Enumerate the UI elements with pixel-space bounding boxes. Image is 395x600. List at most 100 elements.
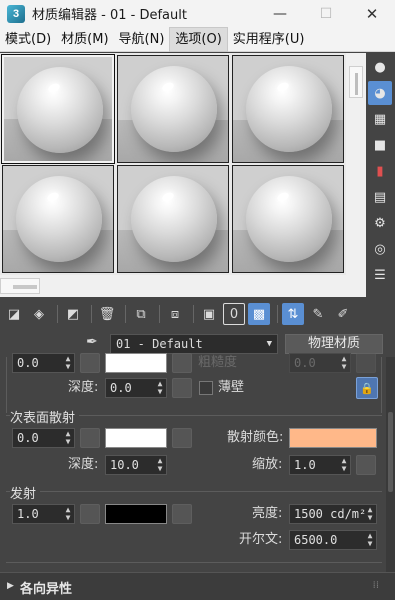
map-button[interactable]	[172, 378, 192, 398]
sample-slot-4[interactable]	[2, 165, 114, 273]
emission-color-swatch[interactable]	[105, 504, 167, 524]
toolbar-separator	[125, 305, 126, 323]
roughness-label: 粗糙度	[198, 355, 238, 370]
luminance-spinner[interactable]: 1500 cd/m² ▲ ▼	[289, 504, 377, 524]
toolbar-separator	[57, 305, 58, 323]
material-id-channel-icon[interactable]: 0	[223, 303, 245, 325]
sample-slots-panel	[0, 53, 346, 275]
rollout-title: 各向异性	[20, 582, 73, 597]
group-bottom	[6, 562, 382, 563]
slots-horizontal-scrollbar[interactable]	[0, 275, 346, 297]
backlight-icon[interactable]: ◕	[368, 81, 392, 105]
menu-material[interactable]: 材质(M)	[56, 27, 113, 52]
slots-vertical-scrollbar[interactable]	[346, 53, 366, 297]
menu-options[interactable]: 选项(O)	[169, 26, 228, 52]
show-end-result-icon[interactable]: ⇅	[282, 303, 304, 325]
scale-label: 缩放:	[252, 457, 283, 472]
get-material-icon[interactable]: ◪	[3, 303, 25, 325]
material-type-button[interactable]: 物理材质	[285, 334, 383, 354]
video-color-check-icon[interactable]: ▮	[368, 159, 392, 183]
sample-slot-2[interactable]	[117, 55, 229, 163]
maximize-button[interactable]: ☐	[303, 0, 349, 27]
toolbar-separator	[159, 305, 160, 323]
emission-group-title: 发射	[10, 483, 41, 502]
put-to-library-icon[interactable]: ⧈	[164, 303, 186, 325]
params-scrollbar[interactable]	[386, 357, 395, 572]
close-button[interactable]: ✕	[349, 0, 395, 27]
sample-slot-1[interactable]	[1, 54, 115, 164]
horizontal-scroll-thumb[interactable]	[0, 278, 40, 294]
title-bar: 3 材质编辑器 - 01 - Default — ☐ ✕	[0, 0, 395, 27]
sample-slot-5[interactable]	[117, 165, 229, 273]
menu-bar: 模式(D) 材质(M) 导航(N) 选项(O) 实用程序(U)	[0, 26, 395, 52]
options-icon[interactable]: ⚙	[368, 211, 392, 235]
scatter-color-label: 散射颜色:	[227, 430, 284, 445]
thin-wall-checkbox[interactable]	[199, 381, 213, 395]
make-preview-icon[interactable]: ▤	[368, 185, 392, 209]
group-divider	[6, 491, 382, 492]
params-scroll-thumb[interactable]	[388, 412, 393, 492]
make-unique-icon[interactable]: ⧉	[130, 303, 152, 325]
emission-weight-spinner[interactable]: 1.0 ▲ ▼	[12, 504, 75, 524]
material-name-value: 01 - Default	[116, 337, 203, 351]
scatter-color-swatch[interactable]	[289, 428, 377, 448]
sample-uv-tiling-icon[interactable]: ■	[368, 133, 392, 157]
sss-weight-spinner[interactable]: 0.0 ▲ ▼	[12, 428, 75, 448]
show-shaded-material-icon[interactable]: ▩	[248, 303, 270, 325]
sample-slot-3[interactable]	[232, 55, 344, 163]
thin-wall-label: 薄壁	[218, 380, 245, 395]
map-button[interactable]	[80, 428, 100, 448]
window-title: 材质编辑器 - 01 - Default	[32, 8, 187, 23]
scroll-corner	[346, 275, 366, 297]
kelvin-label: 开尔文:	[239, 532, 283, 547]
depth-label: 深度:	[68, 380, 99, 395]
map-button[interactable]	[356, 455, 376, 475]
map-button[interactable]	[80, 353, 100, 373]
scale-spinner[interactable]: 1.0 ▲ ▼	[289, 455, 351, 475]
sss-group-title: 次表面散射	[10, 407, 80, 426]
expand-arrow-icon: ▶	[7, 581, 14, 591]
material-navigator-icon[interactable]: ☰	[368, 263, 392, 287]
top-value-spinner[interactable]: 0.0 ▲ ▼	[12, 353, 75, 373]
lock-icon[interactable]: 🔒	[356, 377, 378, 399]
go-to-parent-icon[interactable]: ✎	[307, 303, 329, 325]
save-to-library-icon[interactable]: ▣	[198, 303, 220, 325]
sss-depth-label: 深度:	[68, 457, 99, 472]
sss-color-swatch[interactable]	[105, 428, 167, 448]
assign-to-selection-icon[interactable]: ◩	[62, 303, 84, 325]
toolbar-separator	[277, 305, 278, 323]
chevron-down-icon: ▼	[266, 339, 272, 349]
minimize-button[interactable]: —	[257, 0, 303, 27]
roughness-spinner: 0.0 ▲ ▼	[289, 353, 351, 373]
eyedropper-icon[interactable]: ✒	[86, 334, 106, 354]
select-by-material-icon[interactable]: ◎	[368, 237, 392, 261]
map-button[interactable]	[172, 504, 192, 524]
parameters-panel: 0.0 ▲ ▼ 粗糙度 0.0 ▲ ▼ 深度: 0.0 ▲ ▼ 薄壁 🔒 次表面散射 0.0…	[0, 353, 395, 572]
right-toolbar: ● ◕ ▦ ■ ▮ ▤ ⚙ ◎ ☰	[366, 53, 395, 298]
menu-modes[interactable]: 模式(D)	[0, 27, 56, 52]
kelvin-spinner[interactable]: 6500.0 ▲ ▼	[289, 530, 377, 550]
menu-utilities[interactable]: 实用程序(U)	[228, 27, 310, 52]
sample-type-sphere-icon[interactable]: ●	[368, 55, 392, 79]
go-forward-sibling-icon[interactable]: ✐	[332, 303, 354, 325]
map-button[interactable]	[80, 504, 100, 524]
color-swatch[interactable]	[105, 353, 167, 373]
menu-navigation[interactable]: 导航(N)	[114, 27, 170, 52]
background-checker-icon[interactable]: ▦	[368, 107, 392, 131]
depth-spinner[interactable]: 0.0 ▲ ▼	[105, 378, 167, 398]
map-button[interactable]	[172, 428, 192, 448]
put-to-scene-icon[interactable]: ◈	[28, 303, 50, 325]
toolbar-separator	[91, 305, 92, 323]
reset-map-icon[interactable]: 🗑	[96, 303, 118, 325]
map-button	[356, 353, 376, 373]
app-logo-icon: 3	[7, 4, 25, 23]
map-button[interactable]	[172, 353, 192, 373]
anisotropy-rollout[interactable]: ▶ 各向异性 ⁞⁞	[0, 572, 395, 600]
luminance-label: 亮度:	[252, 506, 283, 521]
material-name-dropdown[interactable]: 01 - Default ▼	[110, 334, 278, 354]
toolbar-separator	[193, 305, 194, 323]
sss-depth-spinner[interactable]: 10.0 ▲ ▼	[105, 455, 167, 475]
sample-slot-6[interactable]	[232, 165, 344, 273]
grip-icon: ⁞⁞	[372, 580, 379, 591]
vertical-scroll-thumb[interactable]	[349, 66, 363, 98]
